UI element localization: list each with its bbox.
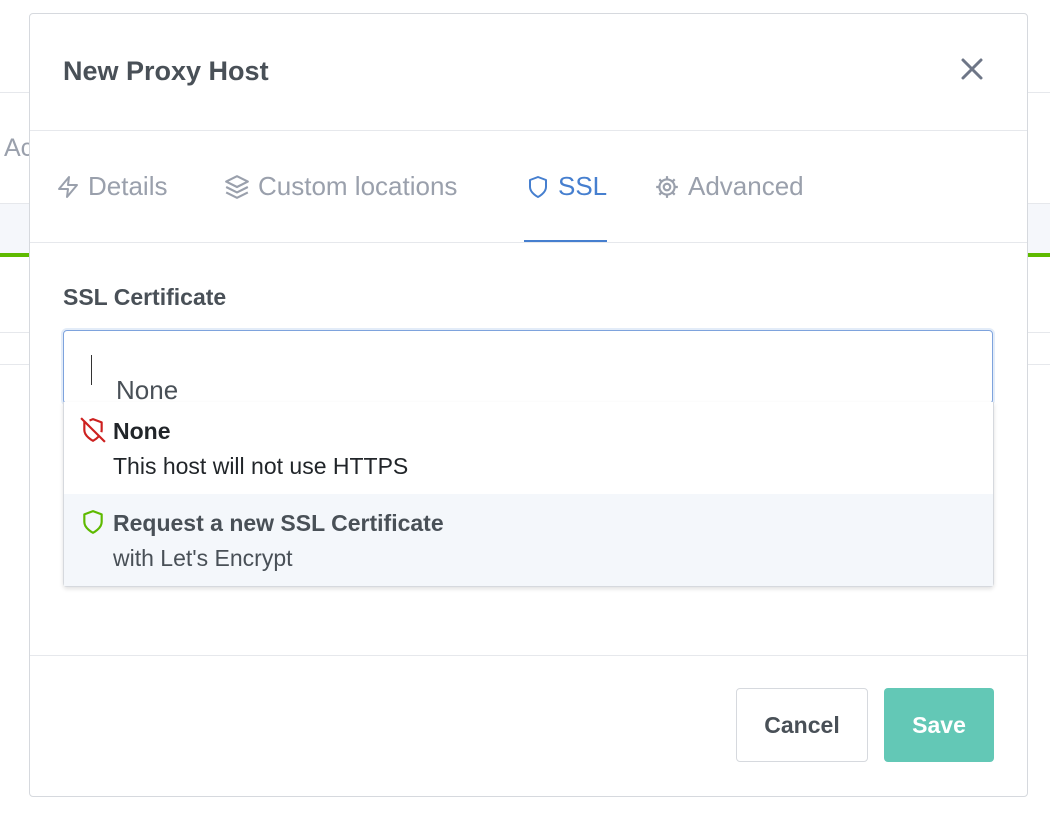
modal-body: SSL Certificate None None This host will… xyxy=(30,243,1027,656)
option-request-new-certificate[interactable]: Request a new SSL Certificate with Let's… xyxy=(64,494,993,586)
tab-ssl[interactable]: SSL xyxy=(526,171,607,202)
tab-label: Custom locations xyxy=(258,171,458,201)
ssl-certificate-dropdown: None This host will not use HTTPS Reques… xyxy=(63,402,994,587)
close-icon[interactable] xyxy=(957,54,987,84)
modal-footer: Cancel Save xyxy=(30,656,1027,796)
tab-label: SSL xyxy=(558,171,608,201)
option-title: Request a new SSL Certificate xyxy=(113,510,444,536)
active-tab-indicator xyxy=(524,240,607,242)
shield-off-icon xyxy=(80,417,106,443)
modal-title: New Proxy Host xyxy=(63,56,269,86)
zap-icon xyxy=(58,175,78,198)
save-button[interactable]: Save xyxy=(884,688,994,762)
tab-details[interactable]: Details xyxy=(56,171,167,202)
option-title: None xyxy=(113,418,171,444)
shield-icon xyxy=(529,175,547,198)
ssl-certificate-label: SSL Certificate xyxy=(63,284,227,310)
new-proxy-host-modal: New Proxy Host Details Custom locations … xyxy=(29,13,1028,797)
option-subtitle: This host will not use HTTPS xyxy=(113,453,409,479)
ssl-certificate-select[interactable]: None xyxy=(63,330,993,405)
shield-icon xyxy=(83,510,103,534)
option-none[interactable]: None This host will not use HTTPS xyxy=(64,402,993,494)
tab-advanced[interactable]: Advanced xyxy=(654,171,804,202)
cancel-button[interactable]: Cancel xyxy=(736,688,868,762)
tab-label: Details xyxy=(88,171,168,201)
gear-icon xyxy=(656,175,678,198)
modal-header: New Proxy Host xyxy=(30,14,1027,131)
tab-custom-locations[interactable]: Custom locations xyxy=(224,171,457,202)
layers-icon xyxy=(225,174,249,199)
tab-label: Advanced xyxy=(688,171,804,201)
tab-bar: Details Custom locations SSL Advanced xyxy=(30,131,1027,243)
option-subtitle: with Let's Encrypt xyxy=(113,545,293,571)
